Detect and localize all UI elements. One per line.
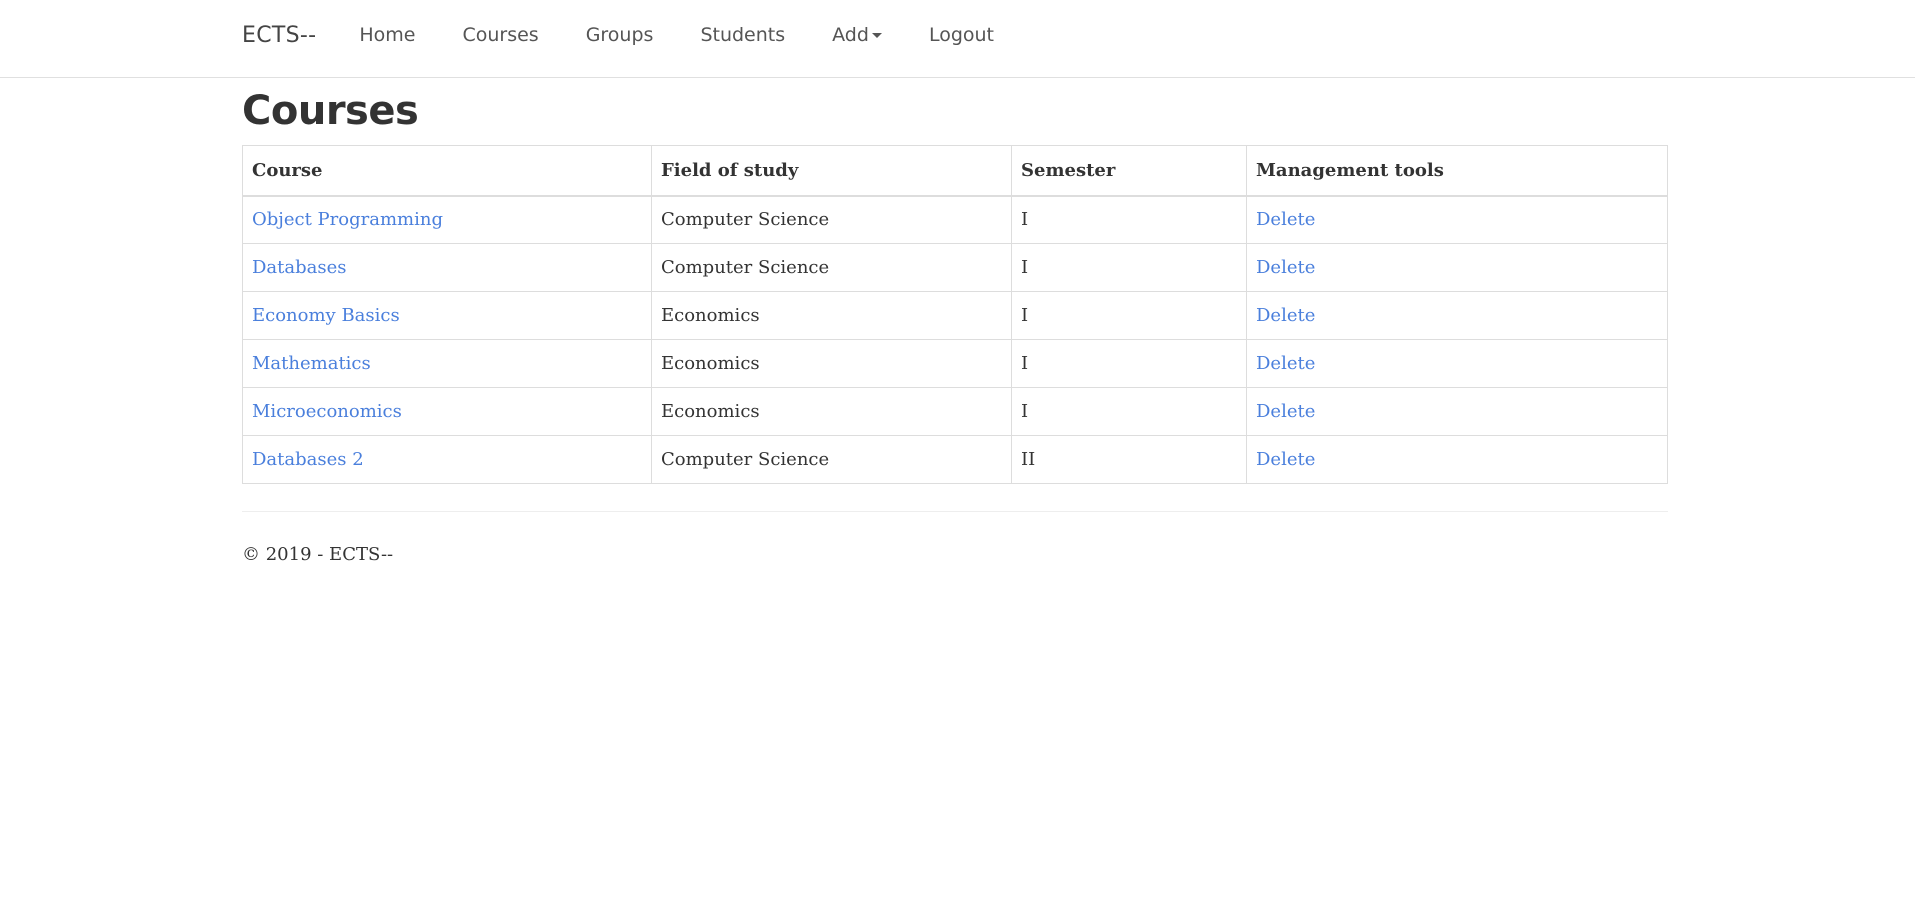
page-title: Courses — [242, 88, 419, 134]
delete-link[interactable]: Delete — [1256, 401, 1315, 422]
delete-link[interactable]: Delete — [1256, 353, 1315, 374]
table-row: Databases 2 Computer Science II Delete — [242, 435, 1668, 484]
course-link[interactable]: Object Programming — [252, 209, 443, 230]
cell-tools: Delete — [1246, 339, 1668, 388]
cell-semester: II — [1011, 435, 1247, 484]
footer-divider — [242, 511, 1668, 512]
main-content: Courses Course Field of study Semester M… — [242, 78, 1668, 565]
cell-field: Computer Science — [651, 243, 1012, 292]
nav-link-courses[interactable]: Courses — [462, 24, 538, 46]
table-row: Databases Computer Science I Delete — [242, 243, 1668, 292]
delete-link[interactable]: Delete — [1256, 257, 1315, 278]
cell-tools: Delete — [1246, 195, 1668, 244]
cell-semester: I — [1011, 195, 1247, 244]
cell-course: Economy Basics — [242, 291, 652, 340]
navbar-items: ECTS-- Home Courses Groups Students Add … — [242, 0, 1041, 70]
footer: © 2019 - ECTS-- — [242, 544, 1668, 565]
cell-semester: I — [1011, 387, 1247, 436]
cell-semester: I — [1011, 339, 1247, 388]
table-row: Economy Basics Economics I Delete — [242, 291, 1668, 340]
nav-dropdown-add-label: Add — [832, 24, 869, 46]
header-semester: Semester — [1011, 145, 1247, 197]
cell-course: Databases — [242, 243, 652, 292]
cell-semester: I — [1011, 243, 1247, 292]
course-link[interactable]: Economy Basics — [252, 305, 400, 326]
cell-tools: Delete — [1246, 387, 1668, 436]
delete-link[interactable]: Delete — [1256, 305, 1315, 326]
top-navbar: ECTS-- Home Courses Groups Students Add … — [0, 0, 1915, 78]
table-header: Course Field of study Semester Managemen… — [242, 145, 1668, 197]
table-body: Object Programming Computer Science I De… — [242, 195, 1668, 484]
cell-field: Economics — [651, 387, 1012, 436]
table-header-row: Course Field of study Semester Managemen… — [242, 145, 1668, 197]
course-link[interactable]: Microeconomics — [252, 401, 402, 422]
delete-link[interactable]: Delete — [1256, 209, 1315, 230]
table-row: Microeconomics Economics I Delete — [242, 387, 1668, 436]
cell-field: Economics — [651, 291, 1012, 340]
nav-dropdown-add[interactable]: Add — [832, 24, 882, 46]
cell-tools: Delete — [1246, 291, 1668, 340]
caret-down-icon — [871, 32, 882, 38]
header-course: Course — [242, 145, 652, 197]
footer-copyright: © 2019 - ECTS-- — [242, 544, 394, 565]
course-link[interactable]: Databases — [252, 257, 347, 278]
nav-link-students[interactable]: Students — [700, 24, 785, 46]
cell-tools: Delete — [1246, 435, 1668, 484]
brand-link[interactable]: ECTS-- — [242, 23, 316, 48]
cell-course: Microeconomics — [242, 387, 652, 436]
cell-field: Economics — [651, 339, 1012, 388]
course-link[interactable]: Databases 2 — [252, 449, 364, 470]
cell-field: Computer Science — [651, 435, 1012, 484]
courses-table: Course Field of study Semester Managemen… — [242, 145, 1668, 484]
cell-field: Computer Science — [651, 195, 1012, 244]
table-row: Object Programming Computer Science I De… — [242, 195, 1668, 244]
nav-link-groups[interactable]: Groups — [586, 24, 654, 46]
cell-tools: Delete — [1246, 243, 1668, 292]
nav-link-home[interactable]: Home — [359, 24, 415, 46]
header-management-tools: Management tools — [1246, 145, 1668, 197]
cell-course: Object Programming — [242, 195, 652, 244]
cell-semester: I — [1011, 291, 1247, 340]
cell-course: Mathematics — [242, 339, 652, 388]
course-link[interactable]: Mathematics — [252, 353, 371, 374]
cell-course: Databases 2 — [242, 435, 652, 484]
header-field-of-study: Field of study — [651, 145, 1012, 197]
nav-link-logout[interactable]: Logout — [929, 24, 994, 46]
table-row: Mathematics Economics I Delete — [242, 339, 1668, 388]
delete-link[interactable]: Delete — [1256, 449, 1315, 470]
